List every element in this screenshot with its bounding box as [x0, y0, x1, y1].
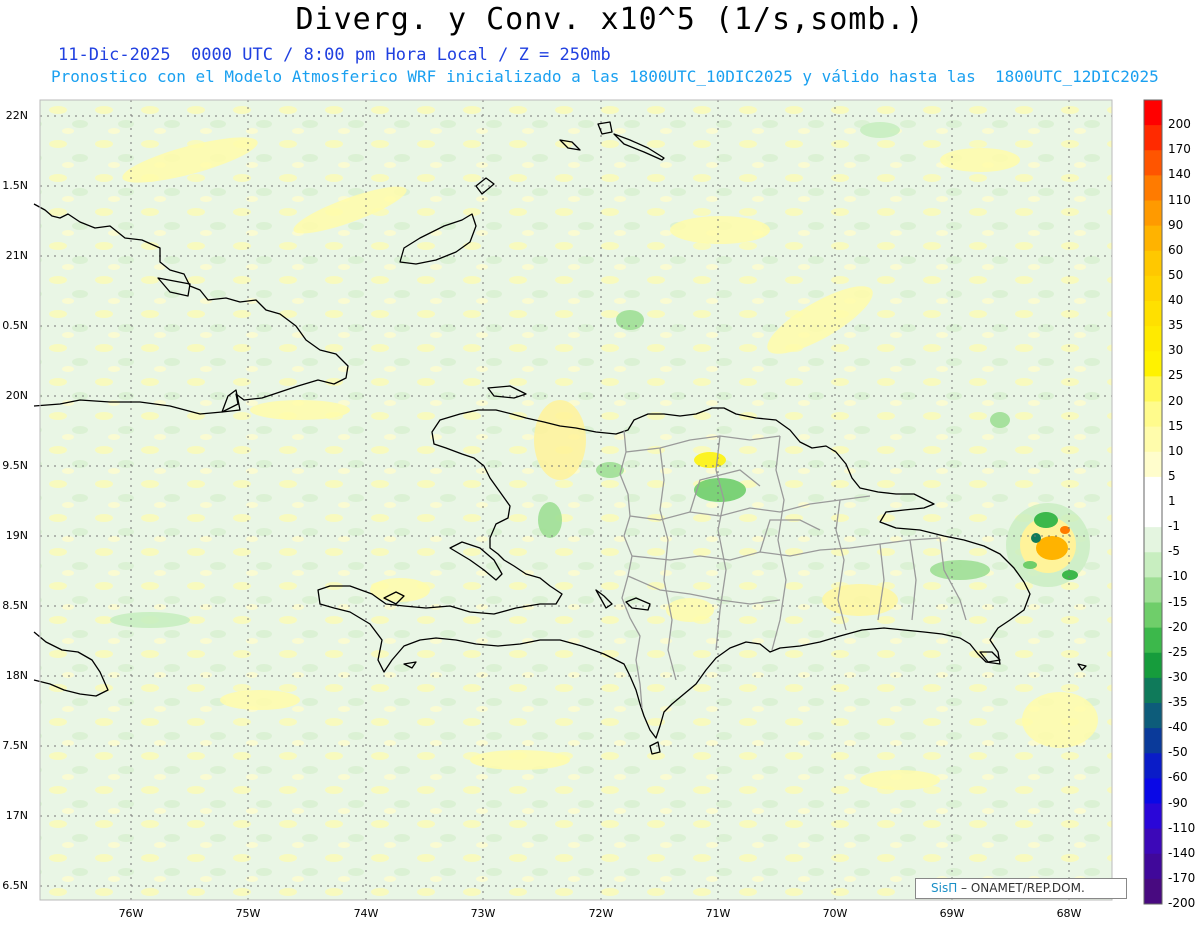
lat-label: 20N — [5, 389, 28, 402]
colorbar-swatch — [1144, 853, 1162, 880]
credit-box: SisΠ – ONAMET/REP.DOM. — [915, 878, 1127, 899]
colorbar — [1143, 99, 1163, 905]
colorbar-tick-label: -20 — [1168, 619, 1188, 634]
colorbar-tick-label: -110 — [1168, 820, 1196, 835]
colorbar-tick-label: -200 — [1168, 896, 1196, 910]
colorbar-swatch — [1144, 225, 1162, 252]
colorbar-tick-label: -50 — [1168, 745, 1188, 760]
credit-text: – ONAMET/REP.DOM. — [957, 881, 1085, 895]
colorbar-swatch — [1144, 627, 1162, 654]
colorbar-tick-label: 20 — [1168, 393, 1184, 408]
colorbar-tick-label: -90 — [1168, 795, 1188, 810]
lon-label: 70W — [822, 907, 848, 920]
colorbar-swatch — [1144, 175, 1162, 201]
colorbar-tick-label: 30 — [1168, 343, 1184, 358]
colorbar-tick-label: 5 — [1168, 468, 1176, 483]
colorbar-tick-label: 1 — [1168, 494, 1176, 508]
colorbar-tick-label: -140 — [1168, 845, 1196, 860]
colorbar-swatch — [1144, 602, 1162, 629]
colorbar-swatch — [1144, 150, 1162, 176]
colorbar-swatch — [1144, 275, 1162, 302]
colorbar-swatch — [1144, 426, 1162, 453]
colorbar-tick-label: -15 — [1168, 594, 1188, 609]
lat-label: 8.5N — [2, 599, 28, 612]
colorbar-tick-label: 90 — [1168, 217, 1184, 232]
colorbar-tick-label: 10 — [1168, 443, 1184, 458]
colorbar-tick-label: -1 — [1168, 519, 1180, 534]
colorbar-swatch — [1144, 250, 1162, 277]
colorbar-swatch — [1144, 451, 1162, 478]
colorbar-tick-label: -25 — [1168, 644, 1188, 659]
lat-label: 1.5N — [2, 179, 28, 192]
lat-label: 9.5N — [2, 459, 28, 472]
colorbar-tick-label: -35 — [1168, 695, 1188, 709]
lat-label: 19N — [5, 529, 28, 542]
colorbar-swatch — [1144, 376, 1162, 402]
lat-label: 6.5N — [2, 879, 28, 892]
colorbar-swatch — [1144, 677, 1162, 704]
colorbar-swatch — [1144, 552, 1162, 578]
divergence-map — [33, 99, 1163, 905]
lat-label: 17N — [5, 809, 28, 822]
colorbar-swatch — [1144, 652, 1162, 679]
colorbar-swatch — [1144, 125, 1162, 151]
colorbar-tick-label: 40 — [1168, 293, 1184, 307]
lon-label: 69W — [939, 907, 965, 920]
colorbar-swatch — [1144, 100, 1162, 126]
lon-label: 73W — [470, 907, 496, 920]
colorbar-swatch — [1144, 828, 1162, 855]
lon-label: 68W — [1056, 907, 1082, 920]
colorbar-swatch — [1144, 200, 1162, 227]
colorbar-swatch — [1144, 577, 1162, 603]
colorbar-tick-label: 50 — [1168, 267, 1184, 282]
colorbar-tick-label: 110 — [1168, 192, 1191, 207]
colorbar-tick-label: -170 — [1168, 870, 1196, 885]
colorbar-tick-label: 200 — [1168, 117, 1191, 132]
colorbar-swatch — [1144, 502, 1162, 528]
colorbar-swatch — [1144, 476, 1162, 503]
lat-label: 7.5N — [2, 739, 28, 752]
colorbar-swatch — [1144, 878, 1162, 905]
colorbar-swatch — [1144, 527, 1162, 553]
colorbar-tick-label: 140 — [1168, 167, 1191, 182]
colorbar-swatch — [1144, 326, 1162, 352]
colorbar-tick-label: -30 — [1168, 669, 1188, 684]
colorbar-tick-label: -40 — [1168, 720, 1188, 735]
colorbar-tick-label: -10 — [1168, 569, 1188, 584]
colorbar-tick-label: 25 — [1168, 368, 1184, 383]
lon-label: 74W — [353, 907, 379, 920]
colorbar-tick-label: 35 — [1168, 318, 1184, 333]
lon-label: 71W — [705, 907, 731, 920]
lat-label: 0.5N — [2, 319, 28, 332]
colorbar-swatch — [1144, 703, 1162, 729]
lat-label: 22N — [5, 109, 28, 122]
lon-label: 76W — [118, 907, 144, 920]
colorbar-tick-label: -60 — [1168, 770, 1188, 785]
colorbar-tick-label: 60 — [1168, 242, 1184, 257]
colorbar-tick-label: 15 — [1168, 418, 1184, 433]
colorbar-swatch — [1144, 753, 1162, 779]
lon-label: 75W — [235, 907, 261, 920]
colorbar-swatch — [1144, 803, 1162, 830]
colorbar-swatch — [1144, 778, 1162, 804]
credit-brand: SisΠ — [931, 881, 958, 895]
colorbar-swatch — [1144, 351, 1162, 377]
lat-label: 18N — [5, 669, 28, 682]
colorbar-tick-label: 170 — [1168, 142, 1191, 157]
colorbar-swatch — [1144, 728, 1162, 754]
lat-label: 21N — [5, 249, 28, 262]
colorbar-swatch — [1144, 401, 1162, 428]
colorbar-swatch — [1144, 301, 1162, 327]
lon-label: 72W — [588, 907, 614, 920]
colorbar-tick-label: -5 — [1168, 544, 1180, 559]
